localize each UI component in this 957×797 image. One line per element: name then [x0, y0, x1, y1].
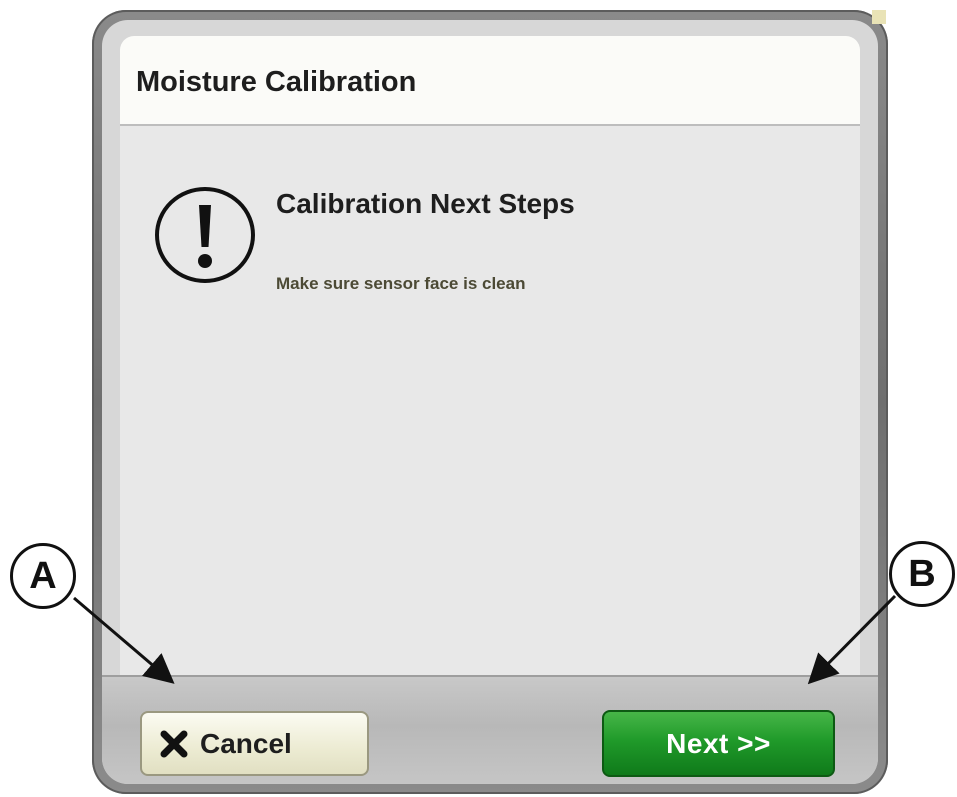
instruction-text: Make sure sensor face is clean [276, 274, 526, 293]
dialog-title: Moisture Calibration [136, 66, 417, 98]
dialog-footer: Cancel Next >> [102, 675, 878, 784]
dialog-header: Moisture Calibration [120, 36, 860, 126]
callout-a: A [10, 543, 76, 609]
next-button[interactable]: Next >> [602, 710, 835, 777]
cancel-button[interactable]: Cancel [140, 711, 369, 776]
next-button-label: Next >> [666, 727, 771, 759]
close-x-icon [160, 730, 188, 757]
content-heading: Calibration Next Steps [276, 188, 575, 219]
cancel-button-label: Cancel [200, 727, 292, 759]
display-screen: Moisture Calibration Calibration Next St… [102, 20, 878, 784]
calibration-dialog: Moisture Calibration Calibration Next St… [120, 36, 860, 686]
exclamation-circle-icon [155, 187, 255, 283]
callout-b: B [889, 541, 955, 607]
bezel-corner [872, 10, 886, 24]
figure-canvas: Moisture Calibration Calibration Next St… [0, 0, 957, 797]
